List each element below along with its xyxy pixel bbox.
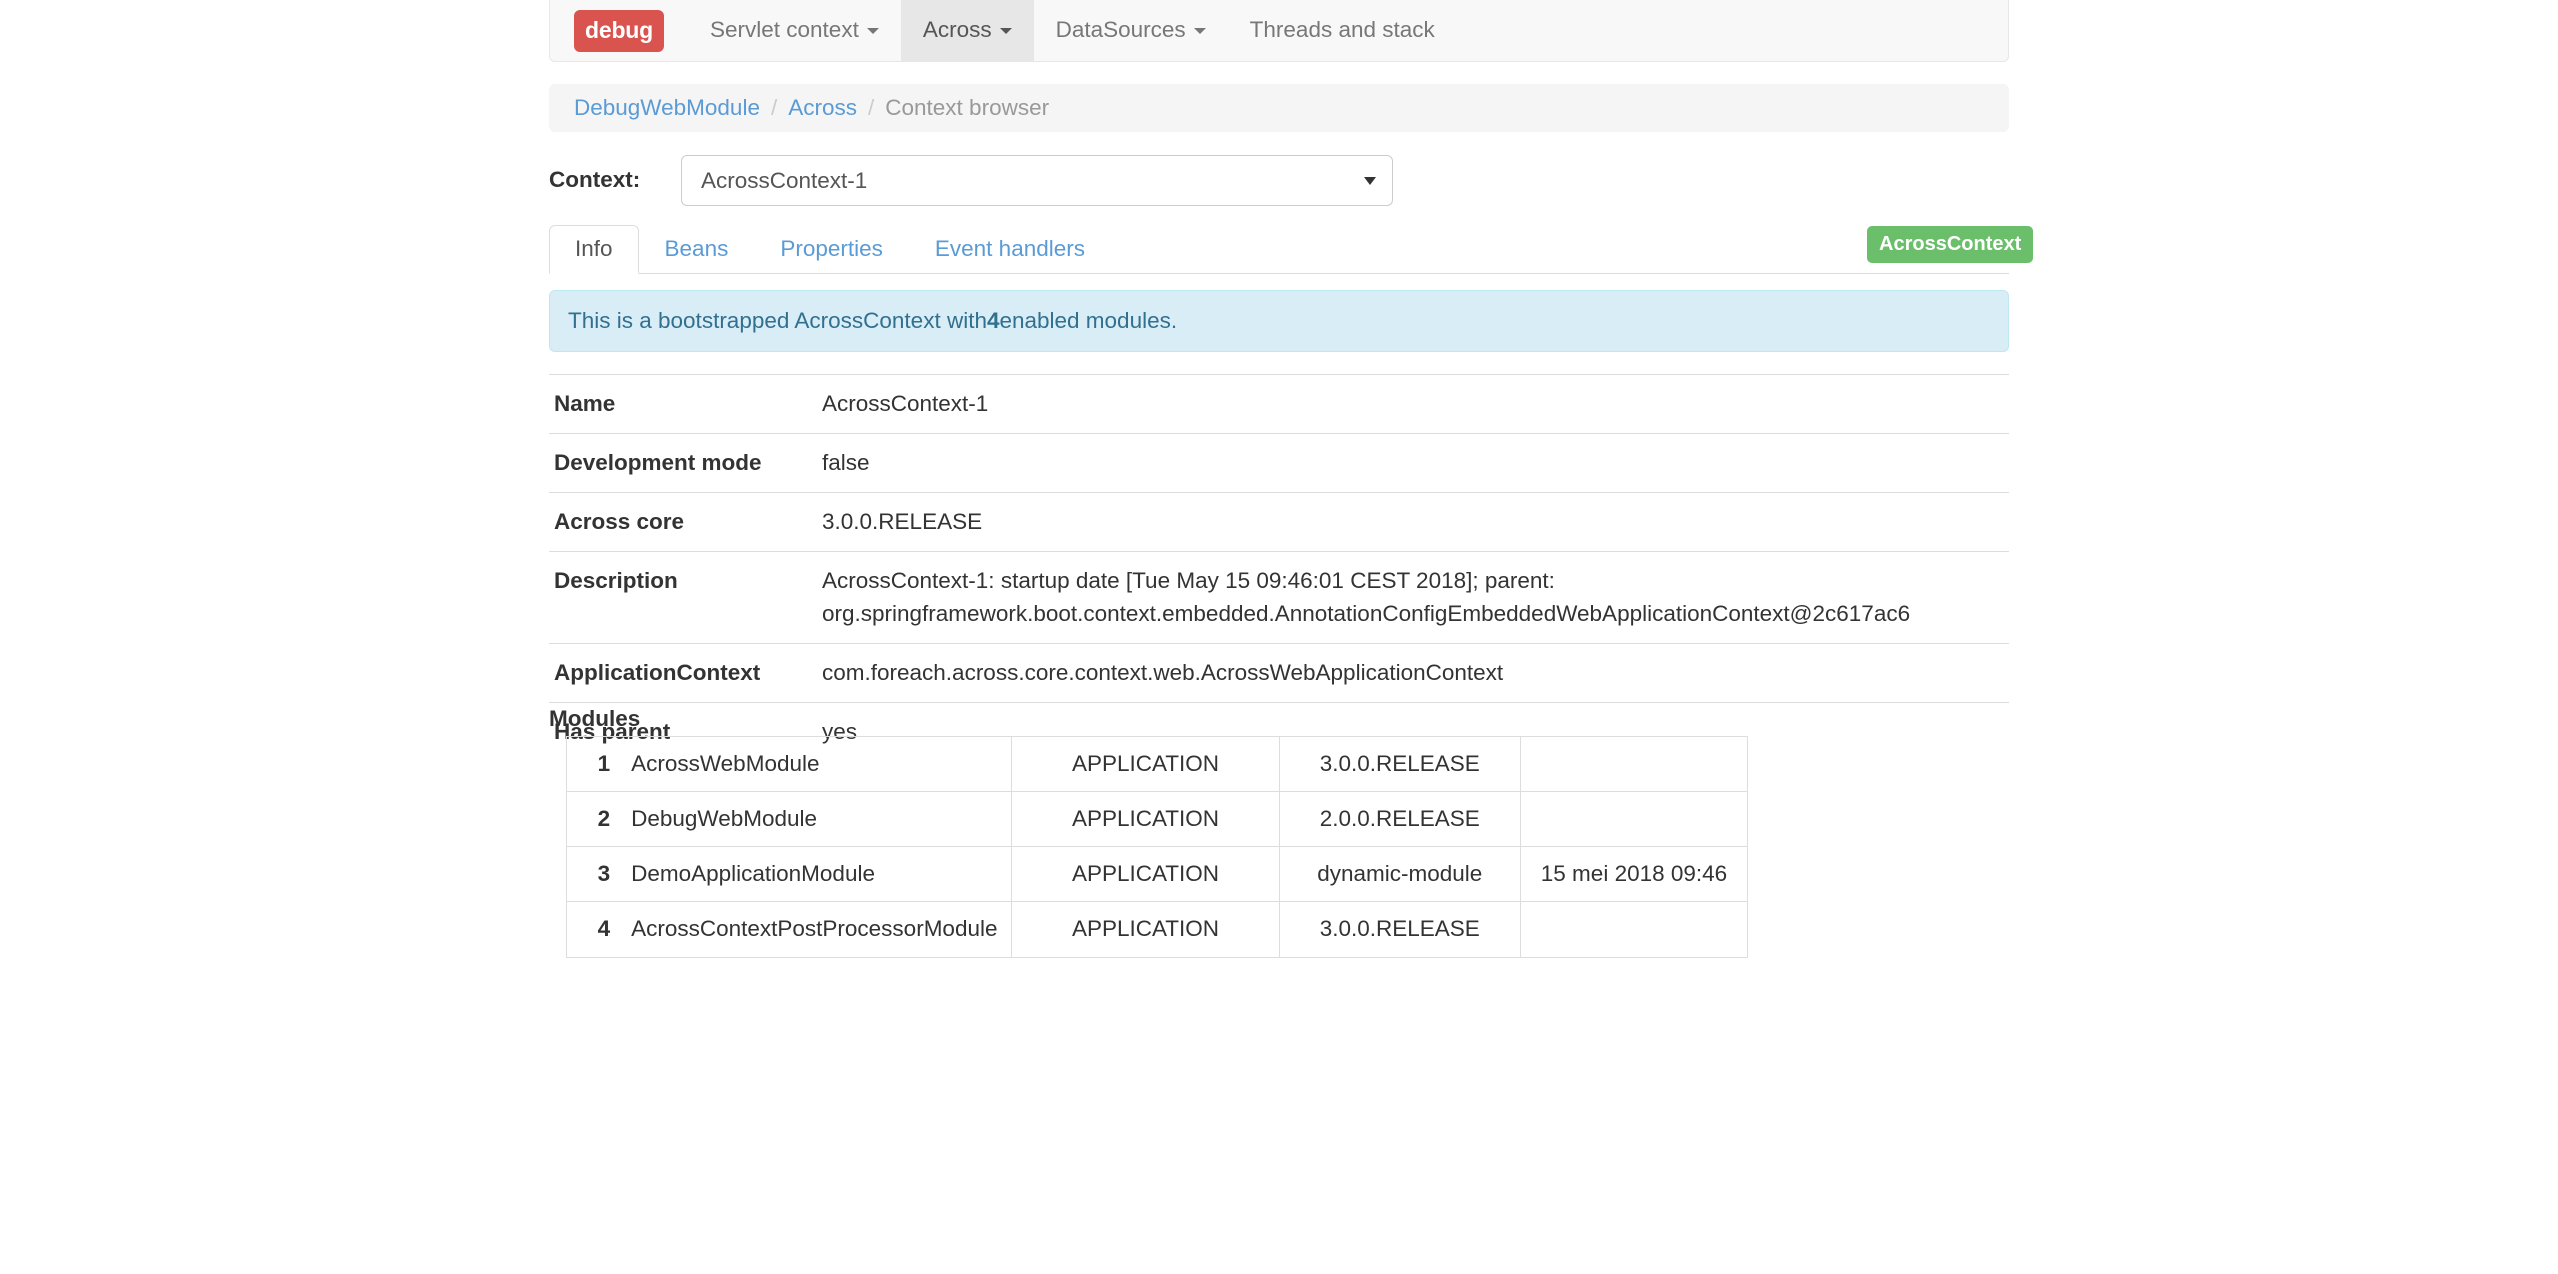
breadcrumb-current: Context browser [885,94,1050,120]
debug-logo: debug [574,9,664,52]
info-row-value: com.foreach.across.core.context.web.Acro… [822,659,1504,685]
status-badge: AcrossContext [1867,226,2034,263]
nav-item-label: DataSources [1055,17,1186,43]
context-selector-row: Context: AcrossContext-1 [549,152,2009,208]
modules-table: 1 AcrossWebModule APPLICATION 3.0.0.RELEASE… [566,735,1749,958]
breadcrumb-link-1[interactable]: Across [788,95,857,120]
nav-item-across[interactable]: Across [900,0,1034,61]
module-role-cell: APPLICATION [1011,735,1280,793]
module-role-cell: APPLICATION [1011,901,1280,958]
tab-beans[interactable]: Beans [639,225,755,275]
nav-item-label: Threads and stack [1249,17,1435,43]
tab-bar: Info Beans Properties Event handlers [549,224,2009,274]
module-version-cell: dynamic-module [1278,846,1521,903]
info-row-key: ApplicationContext [554,659,761,685]
nav-item-label: Across [922,17,992,43]
info-row-value: AcrossContext-1 [822,391,989,416]
info-row: Description AcrossContext-1: startup date… [549,551,2009,643]
table-row: 2 DebugWebModule APPLICATION 2.0.0.RELEASE [566,791,1749,848]
table-row: 1 AcrossWebModule APPLICATION 3.0.0.RELEASE [566,735,1749,793]
module-timestamp-cell [1519,901,1749,958]
modules-heading: Modules [549,706,641,731]
nav-item-threads-and-stack[interactable]: Threads and stack [1228,0,1457,61]
info-row-key: Name [554,391,616,416]
breadcrumb-separator: / [770,94,778,120]
info-row-key: Description [554,568,678,594]
module-version-cell: 3.0.0.RELEASE [1278,901,1521,958]
brand-link[interactable]: debug [550,0,688,61]
navbar-items: Servlet context Across DataSources Threads … [688,0,1457,61]
info-row-value: AcrossContext-1: startup date [Tue May 1… [822,568,1911,626]
nav-item-label: Servlet context [710,17,859,43]
alert-text-after: enabled modules. [999,307,1178,333]
info-row-key: Across core [554,509,685,535]
tab-properties[interactable]: Properties [754,225,909,275]
nav-item-datasources[interactable]: DataSources [1034,0,1228,61]
breadcrumb-link-0[interactable]: DebugWebModule [574,95,760,120]
page-root: debug Servlet context Across DataSources Th… [0,0,2558,1274]
context-select[interactable]: AcrossContext-1 [681,154,1393,206]
tab-event-handlers[interactable]: Event handlers [909,225,1111,275]
table-row: 3 DemoApplicationModule APPLICATION dynamic… [566,846,1749,903]
info-row-value: 3.0.0.RELEASE [822,509,983,535]
nav-item-servlet-context[interactable]: Servlet context [688,0,901,61]
breadcrumb-separator: / [868,94,875,120]
table-row: 4 AcrossContextPostProcessorModule APPLICA… [566,901,1749,958]
module-version-cell: 2.0.0.RELEASE [1278,791,1521,848]
info-row: Name AcrossContext-1 [549,374,2009,434]
tab-info[interactable]: Info [549,224,639,274]
breadcrumb: DebugWebModule / Across / Context browser [549,84,2009,132]
module-index-cell: 1 [566,735,619,793]
alert-text-before: This is a bootstrapped AcrossContext wit… [568,307,987,333]
module-role-cell: APPLICATION [1011,846,1280,903]
info-row: Across core 3.0.0.RELEASE [549,492,2009,552]
module-version-cell: 3.0.0.RELEASE [1278,735,1521,793]
caret-down-icon [999,27,1012,34]
caret-down-icon [1193,27,1206,34]
info-row-value: false [822,450,870,476]
module-name-cell: AcrossWebModule [618,735,1013,793]
caret-down-icon [866,27,879,34]
module-name-cell: DebugWebModule [618,791,1013,848]
context-select-wrap: AcrossContext-1 [681,154,1393,206]
context-label: Context: [549,166,641,192]
module-index-cell: 2 [566,791,619,848]
info-alert: This is a bootstrapped AcrossContext wit… [549,290,2009,352]
info-row: Development mode false [549,433,2009,493]
module-timestamp-cell [1519,735,1749,793]
module-name-cell: AcrossContextPostProcessorModule [618,901,1013,958]
module-timestamp-cell: 15 mei 2018 09:46 [1519,846,1749,903]
info-row: ApplicationContext com.foreach.across.cor… [549,643,2009,702]
module-index-cell: 3 [566,846,619,903]
alert-module-count: 4 [986,307,1000,333]
module-index-cell: 4 [566,901,619,958]
module-timestamp-cell [1519,791,1749,848]
main-navbar: debug Servlet context Across DataSources Th… [549,0,2009,62]
module-role-cell: APPLICATION [1011,791,1280,848]
info-row-key: Development mode [554,450,762,476]
module-name-cell: DemoApplicationModule [618,846,1013,903]
